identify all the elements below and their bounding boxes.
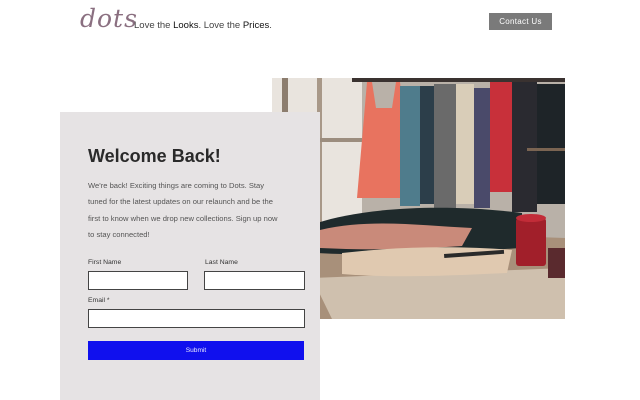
logo[interactable]: dots (80, 4, 138, 33)
last-name-label: Last Name (205, 259, 238, 266)
signup-card: Welcome Back! We're back! Exciting thing… (60, 112, 320, 400)
submit-button[interactable]: Submit (88, 341, 304, 360)
tagline-looks: Looks (173, 20, 199, 31)
card-title: Welcome Back! (88, 146, 221, 166)
last-name-input[interactable] (204, 271, 305, 290)
card-description: We're back! Exciting things are coming t… (88, 181, 278, 239)
tagline-mid: . Love the (198, 20, 243, 31)
first-name-label: First Name (88, 259, 122, 266)
email-input[interactable] (88, 309, 305, 328)
contact-us-button[interactable]: Contact Us (489, 13, 552, 30)
tagline-pre: Love the (134, 20, 174, 31)
email-label: Email * (88, 297, 110, 304)
tagline-prices: Prices (242, 20, 270, 31)
first-name-input[interactable] (88, 271, 188, 290)
tagline: Love the Looks. Love the Prices. (134, 20, 272, 31)
tagline-end: . (269, 20, 272, 31)
